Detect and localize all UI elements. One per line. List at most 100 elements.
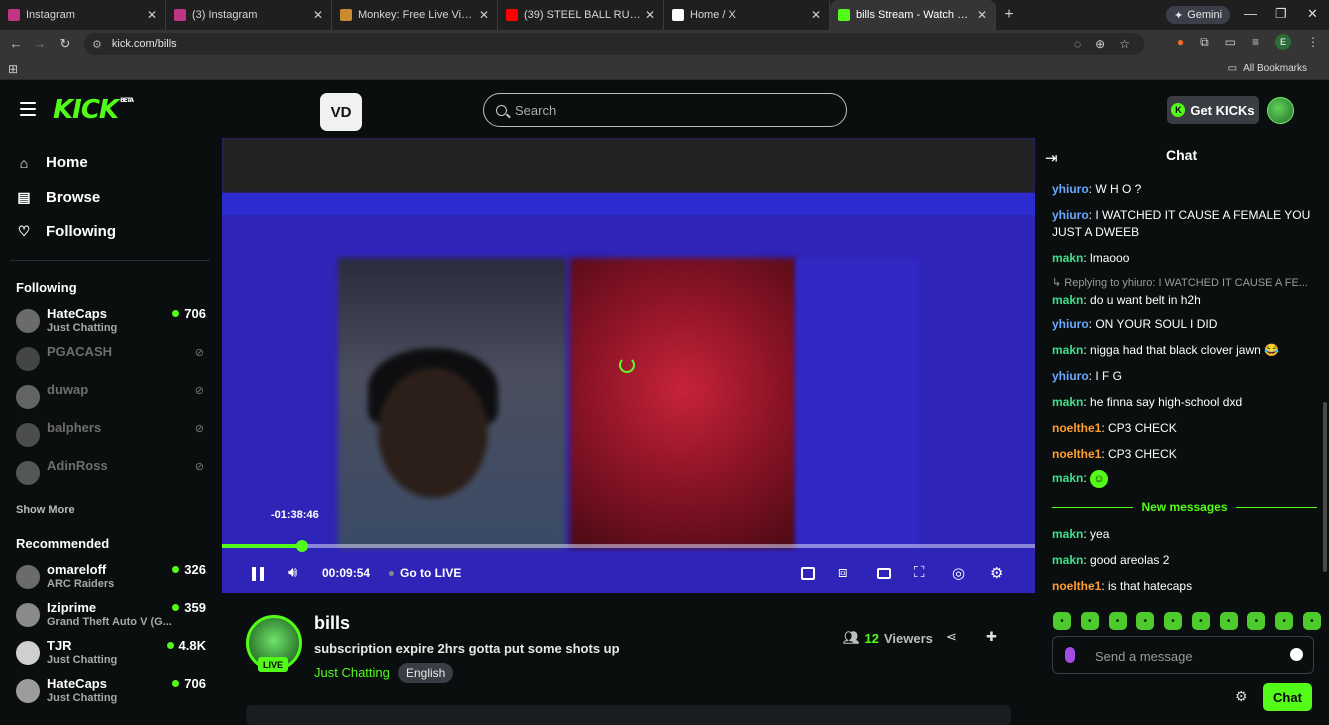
browser-tab[interactable]: Instagram ✕: [0, 0, 166, 30]
chat-username[interactable]: makn: [1052, 251, 1083, 265]
all-bookmarks-button[interactable]: ▭ All Bookmarks: [1228, 63, 1307, 74]
volume-icon[interactable]: 🔊︎: [288, 564, 297, 581]
side-panel-icon[interactable]: ▭: [1225, 35, 1236, 49]
streamer-name[interactable]: bills: [314, 613, 350, 634]
video-player[interactable]: -01:38:46 🔊︎ 00:09:54 Go to LIVE ⧈ ⛶ ◎ ⚙: [222, 138, 1035, 593]
forward-button[interactable]: →: [28, 36, 52, 51]
reload-button[interactable]: ↻: [53, 36, 77, 52]
sidebar-channel[interactable]: HateCaps Just Chatting 706: [16, 306, 208, 340]
search-bar[interactable]: Search: [483, 93, 847, 127]
language-tag[interactable]: English: [398, 663, 454, 683]
chat-username[interactable]: yhiuro: [1052, 369, 1089, 383]
sidebar-channel[interactable]: omareloff ARC Raiders 326: [16, 562, 208, 596]
new-messages-divider[interactable]: New messages: [1052, 500, 1317, 514]
emote-button[interactable]: •: [1108, 612, 1127, 630]
miniplayer-icon[interactable]: [801, 567, 815, 580]
chat-username[interactable]: noelthe1: [1052, 421, 1101, 435]
show-more-button[interactable]: Show More: [16, 504, 75, 516]
pause-icon[interactable]: [252, 567, 264, 581]
site-info-icon[interactable]: ⚙: [92, 38, 102, 51]
browser-tab[interactable]: (39) STEEL BALL RUN JoJo's Biz ✕: [498, 0, 664, 30]
bookmark-star-icon[interactable]: ☆: [1119, 37, 1130, 51]
rewind-icon[interactable]: ◎: [952, 564, 965, 582]
gemini-button[interactable]: ✦ Gemini: [1166, 6, 1231, 24]
chat-username[interactable]: noelthe1: [1052, 579, 1101, 593]
emote-button[interactable]: •: [1275, 612, 1294, 630]
fullscreen-icon[interactable]: ⛶: [914, 564, 925, 581]
extensions-puzzle-icon[interactable]: ⧉: [1200, 35, 1209, 50]
tab-close-icon[interactable]: ✕: [313, 8, 323, 22]
sidebar-item-home[interactable]: ⌂ Home: [16, 154, 88, 171]
sidebar-channel[interactable]: PGACASH ⊘: [16, 344, 208, 378]
sidebar-channel[interactable]: AdinRoss ⊘: [16, 458, 208, 492]
back-button[interactable]: ←: [4, 36, 28, 51]
emote-button[interactable]: •: [1219, 612, 1238, 630]
follow-user-icon[interactable]: ✚: [986, 629, 997, 645]
chat-username[interactable]: makn: [1052, 395, 1083, 409]
go-to-live-button[interactable]: Go to LIVE: [389, 566, 461, 580]
user-avatar[interactable]: [1267, 97, 1294, 124]
emote-button[interactable]: •: [1164, 612, 1183, 630]
chat-username[interactable]: noelthe1: [1052, 447, 1101, 461]
seek-bar[interactable]: [222, 540, 1035, 552]
sidebar-item-following[interactable]: ♡ Following: [16, 223, 116, 240]
stream-category-link[interactable]: Just Chatting: [314, 665, 390, 680]
tab-close-icon[interactable]: ✕: [977, 8, 987, 22]
browser-tab[interactable]: Monkey: Free Live Video Ch ✕: [332, 0, 498, 30]
sidebar-channel[interactable]: HateCaps Just Chatting 706: [16, 676, 208, 710]
emote-button[interactable]: •: [1302, 612, 1321, 630]
vd-extension-button[interactable]: VD: [320, 93, 362, 131]
eye-off-icon[interactable]: ◌: [1074, 37, 1081, 51]
clip-icon[interactable]: ⧈: [838, 564, 848, 581]
theater-mode-icon[interactable]: [877, 568, 891, 579]
chat-send-button[interactable]: Chat: [1263, 683, 1312, 711]
get-kicks-button[interactable]: K Get KICKs: [1167, 96, 1259, 124]
new-tab-button[interactable]: +: [996, 6, 1022, 24]
tab-close-icon[interactable]: ✕: [811, 8, 821, 22]
share-icon[interactable]: ⋖: [946, 629, 957, 645]
emote-button[interactable]: •: [1080, 612, 1099, 630]
emote-button[interactable]: •: [1247, 612, 1266, 630]
url-field[interactable]: ⚙ kick.com/bills ◌ ⊕ ☆: [84, 33, 1144, 55]
chat-scrollbar[interactable]: [1323, 402, 1327, 572]
emote-button[interactable]: •: [1191, 612, 1210, 630]
chat-username[interactable]: makn: [1052, 471, 1083, 485]
chat-username[interactable]: makn: [1052, 293, 1083, 307]
sidebar-channel[interactable]: duwap ⊘: [16, 382, 208, 416]
emoji-picker-icon[interactable]: [1290, 648, 1303, 661]
maximize-button[interactable]: ❐: [1275, 6, 1287, 22]
browser-tab[interactable]: bills Stream - Watch Live o ✕: [830, 0, 996, 30]
media-controls-icon[interactable]: ≡: [1252, 35, 1259, 49]
profile-avatar[interactable]: E: [1275, 34, 1291, 50]
extension-icon[interactable]: ●: [1177, 35, 1184, 49]
browser-tab[interactable]: Home / X ✕: [664, 0, 830, 30]
kick-logo[interactable]: KICK BETA: [53, 95, 134, 125]
seek-handle[interactable]: [295, 540, 308, 552]
chat-input[interactable]: [1095, 646, 1275, 666]
collapse-chat-icon[interactable]: ⇥: [1045, 149, 1058, 167]
tab-close-icon[interactable]: ✕: [479, 8, 489, 22]
chat-settings-icon[interactable]: ⚙: [1235, 688, 1248, 705]
settings-gear-icon[interactable]: ⚙: [990, 564, 1003, 582]
chat-username[interactable]: makn: [1052, 527, 1083, 541]
browser-menu-icon[interactable]: ⋮: [1307, 35, 1319, 49]
chat-username[interactable]: makn: [1052, 343, 1083, 357]
chat-username[interactable]: yhiuro: [1052, 208, 1089, 222]
tab-close-icon[interactable]: ✕: [645, 8, 655, 22]
hamburger-menu-icon[interactable]: [20, 102, 36, 116]
sidebar-channel[interactable]: Iziprime Grand Theft Auto V (G... 359: [16, 600, 208, 634]
sidebar-channel[interactable]: balphers ⊘: [16, 420, 208, 454]
tab-close-icon[interactable]: ✕: [147, 8, 157, 22]
zoom-icon[interactable]: ⊕: [1095, 37, 1105, 51]
emote-button[interactable]: •: [1053, 612, 1071, 630]
close-window-button[interactable]: ✕: [1307, 6, 1318, 22]
microphone-icon[interactable]: [1065, 647, 1075, 663]
sidebar-item-browse[interactable]: ▤ Browse: [16, 189, 100, 206]
apps-grid-icon[interactable]: ⊞: [8, 62, 18, 76]
browser-tab[interactable]: (3) Instagram ✕: [166, 0, 332, 30]
chat-username[interactable]: makn: [1052, 553, 1083, 567]
sidebar-channel[interactable]: TJR Just Chatting 4.8K: [16, 638, 208, 672]
chat-username[interactable]: yhiuro: [1052, 182, 1089, 196]
emote-button[interactable]: •: [1136, 612, 1155, 630]
minimize-button[interactable]: —: [1244, 6, 1257, 21]
